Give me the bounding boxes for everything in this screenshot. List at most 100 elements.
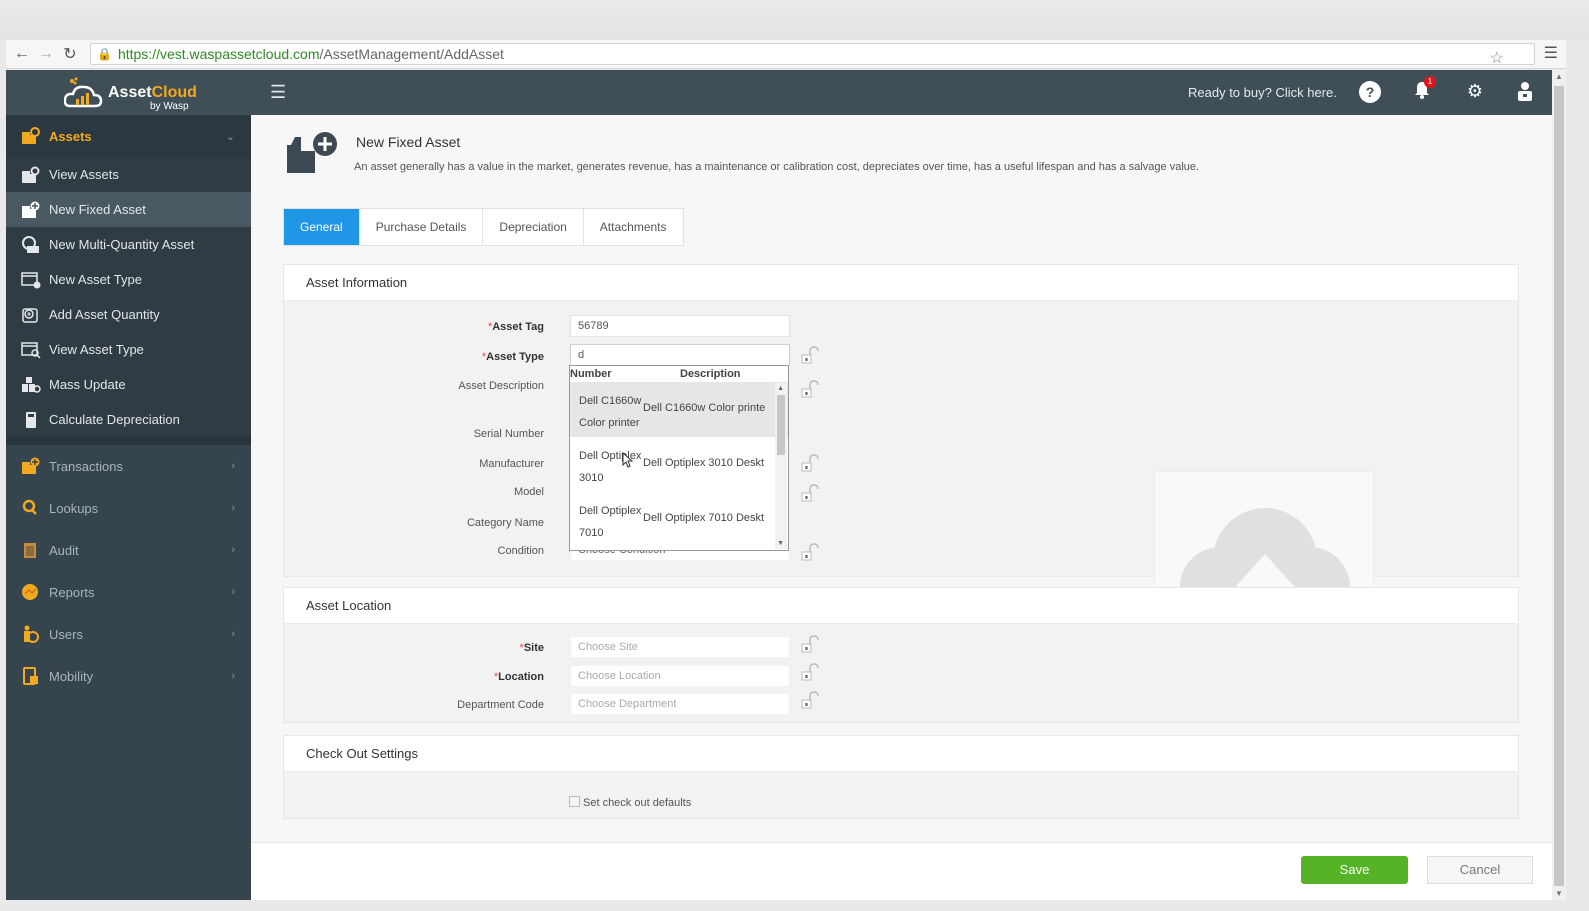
page-scrollbar[interactable]: ▲ ▼ — [1552, 70, 1566, 900]
dropdown-scrollbar[interactable]: ▲ ▼ — [775, 383, 787, 549]
location-select[interactable]: Choose Location — [570, 665, 790, 687]
dropdown-col-description: Description — [680, 368, 741, 380]
sidebar-item-calculate-depreciation[interactable]: Calculate Depreciation — [6, 402, 251, 437]
dropdown-col-number: Number — [570, 368, 612, 380]
sidebar-item-new-multi-quantity-asset[interactable]: New Multi-Quantity Asset — [6, 227, 251, 262]
asset-information-heading: Asset Information — [284, 265, 1518, 301]
app-header: AssetCloud by Wasp ☰ Ready to buy? Click… — [6, 70, 1552, 115]
unlock-icon[interactable] — [800, 345, 822, 365]
scroll-up-icon[interactable]: ▲ — [1555, 72, 1563, 81]
new-asset-type-icon — [20, 271, 42, 289]
mouse-cursor-icon — [622, 452, 634, 468]
unlock-icon[interactable] — [800, 542, 822, 562]
sidebar-item-label: Transactions — [49, 458, 123, 474]
user-icon[interactable] — [1514, 81, 1536, 103]
sidebar-item-mobility[interactable]: Mobility › — [6, 655, 251, 697]
sidebar-section-label: Assets — [49, 128, 92, 144]
sidebar-item-mass-update[interactable]: Mass Update — [6, 367, 251, 402]
tab-attachments[interactable]: Attachments — [584, 209, 683, 245]
site-select[interactable]: Choose Site — [570, 636, 790, 658]
cancel-button[interactable]: Cancel — [1427, 856, 1533, 884]
sidebar-item-view-asset-type[interactable]: View Asset Type — [6, 332, 251, 367]
scroll-down-icon[interactable]: ▼ — [777, 540, 784, 547]
asset-tag-input[interactable]: 56789 — [570, 315, 790, 337]
page-title: New Fixed Asset — [356, 134, 461, 150]
option-number: Dell C1660w Color printer — [579, 395, 642, 429]
bookmark-star-icon[interactable]: ☆ — [1490, 48, 1504, 68]
sidebar-item-label: Audit — [49, 542, 79, 558]
tab-general[interactable]: General — [284, 209, 360, 245]
add-quantity-icon — [20, 306, 42, 324]
sidebar-item-label: Add Asset Quantity — [49, 307, 160, 322]
assetcloud-logo[interactable]: AssetCloud by Wasp — [63, 76, 204, 112]
logo-text: AssetCloud — [108, 84, 197, 101]
address-bar[interactable]: 🔒 https://vest.waspassetcloud.com/AssetM… — [90, 43, 1535, 68]
notification-badge: 1 — [1424, 76, 1436, 88]
tab-depreciation[interactable]: Depreciation — [483, 209, 584, 245]
forward-icon[interactable]: → — [34, 45, 58, 63]
asset-type-label: *Asset Type — [481, 351, 544, 363]
unlock-icon[interactable] — [800, 453, 822, 473]
location-label: *Location — [493, 671, 544, 683]
sidebar-item-label: Users — [49, 626, 83, 642]
scroll-down-icon[interactable]: ▼ — [1555, 889, 1563, 898]
multi-quantity-icon — [20, 235, 42, 254]
sidebar-item-add-asset-quantity[interactable]: Add Asset Quantity — [6, 297, 251, 332]
sidebar-item-view-assets[interactable]: View Assets — [6, 157, 251, 192]
mobile-icon — [20, 667, 42, 685]
department-select[interactable]: Choose Department — [570, 693, 790, 715]
unlock-icon[interactable] — [800, 690, 822, 710]
sidebar-item-new-fixed-asset[interactable]: New Fixed Asset — [6, 192, 251, 227]
option-description: Dell C1660w Color printe — [643, 402, 766, 414]
dropdown-option[interactable]: Dell Optiplex 7010 Dell Optiplex 7010 De… — [570, 492, 788, 547]
sidebar: Assets ⌄ View Assets New Fixed Asset New… — [6, 115, 251, 900]
department-code-label: Department Code — [457, 699, 544, 711]
checkout-settings-panel: Check Out Settings Set check out default… — [283, 735, 1519, 819]
option-description: Dell Optiplex 3010 Deskt — [643, 457, 765, 469]
menu-toggle-icon[interactable]: ☰ — [270, 82, 286, 103]
unlock-icon[interactable] — [800, 379, 822, 399]
chevron-right-icon: › — [231, 628, 235, 640]
scroll-up-icon[interactable]: ▲ — [777, 385, 784, 392]
sidebar-item-audit[interactable]: Audit › — [6, 529, 251, 571]
app-window: AssetCloud by Wasp ☰ Ready to buy? Click… — [6, 70, 1552, 900]
chevron-right-icon: › — [231, 586, 235, 598]
sidebar-item-label: View Asset Type — [49, 342, 144, 357]
sidebar-item-label: Mobility — [49, 668, 94, 684]
sidebar-item-lookups[interactable]: Lookups › — [6, 487, 251, 529]
unlock-icon[interactable] — [800, 483, 822, 503]
unlock-icon[interactable] — [800, 634, 822, 654]
page-description: An asset generally has a value in the ma… — [354, 161, 1200, 173]
sidebar-section-assets[interactable]: Assets ⌄ — [6, 115, 251, 157]
cloud-logo-icon — [63, 77, 103, 108]
browser-menu-icon[interactable]: ☰ — [1544, 43, 1558, 63]
sidebar-item-new-asset-type[interactable]: New Asset Type — [6, 262, 251, 297]
dropdown-header: Number Description — [570, 366, 788, 382]
sidebar-item-reports[interactable]: Reports › — [6, 571, 251, 613]
mass-update-icon — [20, 376, 42, 394]
lock-icon: 🔒 — [97, 47, 112, 61]
unlock-icon[interactable] — [800, 662, 822, 682]
save-button[interactable]: Save — [1301, 856, 1408, 884]
dropdown-scroll-thumb[interactable] — [777, 395, 785, 455]
page-scroll-thumb[interactable] — [1554, 86, 1564, 886]
reload-icon[interactable]: ↻ — [58, 44, 82, 64]
new-fixed-asset-page-icon — [287, 132, 337, 173]
back-icon[interactable]: ← — [10, 45, 34, 63]
dropdown-option[interactable]: Dell C1660w Color printer Dell C1660w Co… — [570, 382, 788, 437]
asset-type-input[interactable]: d — [570, 344, 790, 366]
users-icon — [20, 625, 42, 643]
dropdown-option[interactable]: Dell Optiplex 3010 Dell Optiplex 3010 De… — [570, 437, 788, 492]
window-top-strip — [0, 0, 1589, 40]
sidebar-item-label: Lookups — [49, 500, 99, 516]
buy-link[interactable]: Ready to buy? Click here. — [1188, 85, 1337, 100]
sidebar-item-users[interactable]: Users › — [6, 613, 251, 655]
set-checkout-defaults-checkbox[interactable] — [569, 796, 580, 807]
option-number: Dell Optiplex 3010 — [579, 450, 642, 484]
help-icon[interactable]: ? — [1359, 81, 1381, 103]
asset-location-heading: Asset Location — [284, 588, 1518, 624]
sidebar-item-transactions[interactable]: Transactions › — [6, 445, 251, 487]
tab-purchase-details[interactable]: Purchase Details — [360, 209, 484, 245]
gear-icon[interactable]: ⚙ — [1464, 81, 1486, 103]
model-label: Model — [514, 486, 544, 498]
